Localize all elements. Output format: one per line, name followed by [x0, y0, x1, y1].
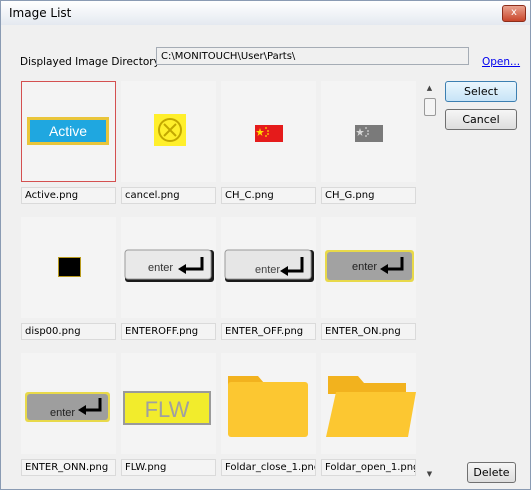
- scrollbar-thumb[interactable]: [424, 98, 436, 116]
- flw-button-text: FLW: [145, 397, 190, 422]
- image-thumbnail[interactable]: Active: [21, 81, 116, 182]
- image-filename: CH_C.png: [221, 187, 316, 204]
- image-thumbnail[interactable]: [321, 81, 416, 182]
- image-filename: ENTER_ON.png: [321, 323, 416, 340]
- image-filename: ENTER_ONN.png: [21, 459, 116, 476]
- close-button[interactable]: x: [502, 5, 526, 22]
- enter-key-on-icon: enter: [325, 250, 414, 282]
- image-list-dialog: Image List x Displayed Image Directory C…: [0, 0, 531, 490]
- image-filename: Active.png: [21, 187, 116, 204]
- image-grid: Active Active.png cancel.png CH_C.png CH…: [21, 81, 419, 481]
- scroll-up-icon[interactable]: ▲: [422, 82, 437, 94]
- enter-key-icon: enter: [224, 249, 314, 282]
- vertical-scrollbar[interactable]: ▲ ▼: [422, 82, 437, 480]
- folder-open-icon: [326, 376, 416, 437]
- image-filename: Foldar_open_1.png: [321, 459, 416, 476]
- china-flag-gray-icon: [355, 125, 383, 142]
- directory-path-field: C:\MONITOUCH\User\Parts\: [156, 47, 469, 65]
- image-thumbnail[interactable]: [121, 81, 216, 182]
- enter-key-text: enter: [352, 261, 377, 273]
- folder-closed-icon: [228, 376, 308, 437]
- directory-label: Displayed Image Directory: [20, 56, 160, 68]
- scroll-down-icon[interactable]: ▼: [422, 468, 437, 480]
- image-filename: Foldar_close_1.png: [221, 459, 316, 476]
- image-thumbnail[interactable]: enter: [321, 217, 416, 318]
- active-button-text: Active: [49, 123, 87, 139]
- cancel-circle-icon: [154, 114, 186, 146]
- enter-key-text: enter: [50, 407, 75, 419]
- select-button[interactable]: Select: [445, 81, 517, 102]
- image-thumbnail[interactable]: enter: [121, 217, 216, 318]
- image-filename: CH_G.png: [321, 187, 416, 204]
- china-flag-icon: [255, 125, 283, 142]
- enter-key-on-icon: enter: [25, 392, 110, 422]
- enter-key-text: enter: [255, 264, 280, 276]
- image-thumbnail[interactable]: enter: [21, 353, 116, 454]
- delete-button[interactable]: Delete: [467, 462, 516, 483]
- image-filename: disp00.png: [21, 323, 116, 340]
- image-filename: ENTEROFF.png: [121, 323, 216, 340]
- flw-button-icon: FLW: [123, 391, 211, 425]
- enter-key-text: enter: [148, 262, 173, 274]
- image-thumbnail[interactable]: [221, 353, 316, 454]
- image-filename: FLW.png: [121, 459, 216, 476]
- image-thumbnail[interactable]: [221, 81, 316, 182]
- image-thumbnail[interactable]: [21, 217, 116, 318]
- display-square-icon: [58, 257, 81, 277]
- enter-key-icon: enter: [124, 249, 214, 282]
- image-thumbnail[interactable]: enter: [221, 217, 316, 318]
- dialog-title: Image List: [9, 6, 72, 20]
- image-filename: cancel.png: [121, 187, 216, 204]
- active-button-icon: Active: [27, 117, 109, 145]
- image-filename: ENTER_OFF.png: [221, 323, 316, 340]
- title-bar: Image List x: [1, 1, 530, 25]
- image-thumbnail[interactable]: [321, 353, 416, 454]
- image-thumbnail[interactable]: FLW: [121, 353, 216, 454]
- open-directory-link[interactable]: Open...: [482, 56, 520, 68]
- cancel-button[interactable]: Cancel: [445, 109, 517, 130]
